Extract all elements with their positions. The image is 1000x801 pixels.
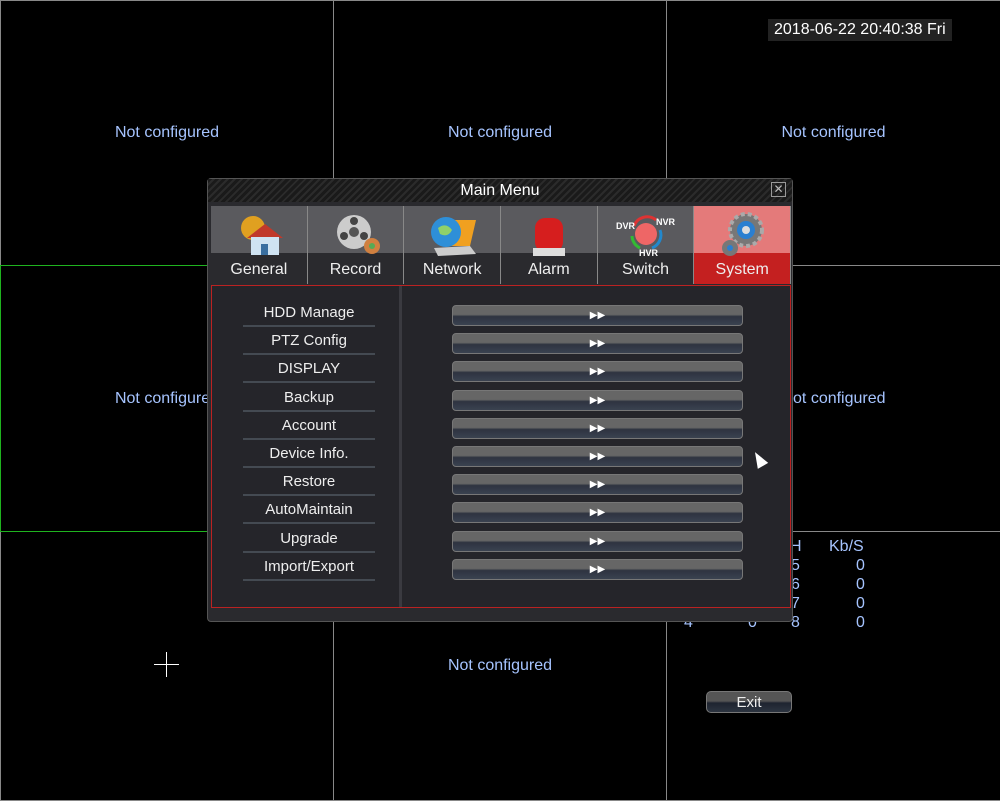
house-gear-icon (241, 216, 283, 255)
menu-item-label: DISPLAY (243, 357, 375, 384)
tab-switch[interactable]: DVR NVR HVR Switch (597, 206, 695, 284)
svg-text:NVR: NVR (656, 217, 676, 227)
close-icon[interactable]: ✕ (771, 182, 786, 197)
stats-kbs: 0 (856, 595, 865, 612)
open-item-button[interactable]: ▶▶ (452, 530, 743, 552)
globe-laptop-icon (431, 217, 477, 256)
dvr-nvr-hvr-icon: DVR NVR HVR (616, 215, 676, 258)
main-menu-dialog: Main Menu ✕ General Record Network Alarm… (207, 178, 793, 713)
menu-item-label: Restore (243, 470, 375, 497)
tab-network[interactable]: Network (404, 206, 502, 284)
channel-status: Not configured (447, 124, 553, 141)
tab-label: General (230, 261, 288, 278)
dialog-title: Main Menu (460, 182, 540, 199)
film-reel-icon (336, 215, 380, 254)
menu-item-label: Account (243, 414, 375, 440)
tab-label: Switch (621, 261, 670, 278)
svg-text:DVR: DVR (616, 221, 636, 231)
open-item-button[interactable]: ▶▶ (452, 502, 743, 524)
open-item-button[interactable]: ▶▶ (452, 389, 743, 411)
exit-button[interactable]: Exit (706, 691, 792, 713)
system-panel: HDD Manage PTZ Config DISPLAY Backup Account… (211, 285, 792, 713)
tab-label: System (715, 261, 769, 278)
open-item-button[interactable]: ▶▶ (452, 361, 743, 383)
open-item-button[interactable]: ▶▶ (452, 417, 743, 439)
item-list: HDD Manage PTZ Config DISPLAY Backup Account… (212, 286, 402, 607)
menu-item-label: AutoMaintain (243, 498, 375, 525)
dialog-title-bar[interactable]: Main Menu ✕ (208, 179, 792, 202)
menu-item-label: Upgrade (243, 527, 375, 553)
open-item-button[interactable]: ▶▶ (452, 446, 743, 467)
channel-status: Not configured (114, 389, 220, 407)
menu-item-label: HDD Manage (243, 301, 375, 327)
stats-header-kbs: Kb/S (829, 538, 864, 555)
tab-record[interactable]: Record (307, 206, 405, 284)
menu-item-label: Import/Export (243, 555, 375, 581)
stats-kbs: 0 (856, 557, 865, 574)
stats-kbs: 0 (856, 576, 865, 593)
menu-item-label: Device Info. (243, 442, 375, 468)
gears-icon (722, 212, 765, 256)
open-item-button[interactable]: ▶▶ (452, 305, 743, 326)
tab-alarm[interactable]: Alarm (501, 206, 598, 284)
open-item-button[interactable]: ▶▶ (452, 474, 743, 496)
tab-label: Record (329, 261, 382, 278)
tab-general[interactable]: General (211, 206, 308, 284)
tab-label: Alarm (527, 261, 570, 278)
tab-system[interactable]: System (694, 206, 792, 284)
open-item-button[interactable]: ▶▶ (452, 558, 743, 580)
tab-bar: General Record Network Alarm DVR NVR HVR S… (211, 206, 792, 284)
open-item-button[interactable]: ▶▶ (452, 333, 743, 355)
channel-status: Not configured (781, 124, 886, 141)
crosshair-icon (154, 652, 179, 677)
channel-status: Not configured (447, 657, 553, 674)
clock: 2018-06-22 20:40:38 Fri (768, 19, 952, 41)
siren-icon (533, 218, 566, 256)
tab-label: Network (422, 261, 482, 278)
menu-item-label: PTZ Config (243, 329, 375, 356)
menu-item-label: Backup (243, 386, 375, 412)
channel-status: Not configured (781, 389, 886, 407)
channel-status: Not configured (114, 124, 220, 141)
stats-kbs: 0 (856, 614, 865, 631)
svg-text:HVR: HVR (639, 248, 659, 258)
